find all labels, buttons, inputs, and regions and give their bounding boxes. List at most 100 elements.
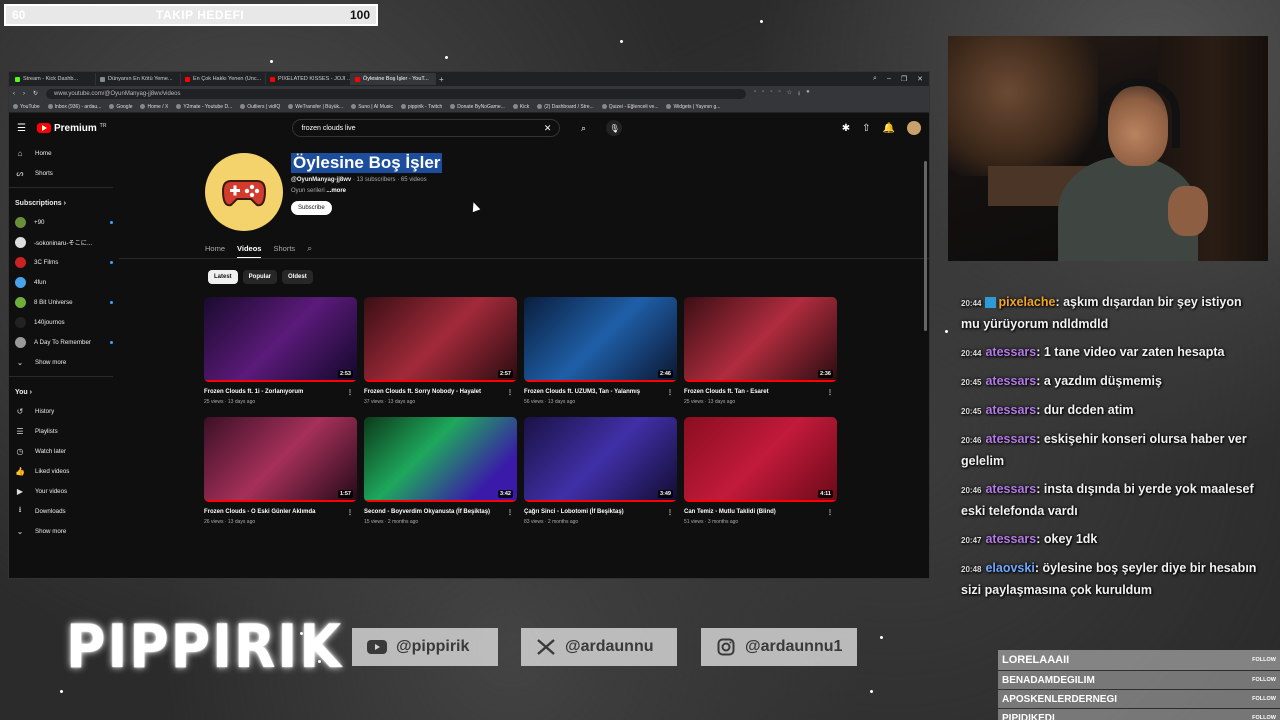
subscription-item[interactable]: +90 — [9, 212, 119, 232]
extension-icon[interactable]: ▫ — [778, 89, 780, 99]
subscribe-button[interactable]: Subscribe — [291, 201, 332, 215]
sidebar-item-you[interactable]: ↺ History — [9, 401, 119, 421]
video-title[interactable]: Frozen Clouds - O Eski Günler Aklımda — [204, 509, 315, 516]
minimize-icon[interactable]: – — [887, 75, 891, 83]
sidebar-item-you[interactable]: ▶ Your videos — [9, 481, 119, 501]
subscription-item[interactable]: 3C Films — [9, 252, 119, 272]
browser-tab[interactable]: Stream - Kick Dashb... — [11, 73, 96, 85]
chat-username[interactable]: pixelache — [998, 295, 1055, 309]
sidebar-item-you[interactable]: 👍 Liked videos — [9, 461, 119, 481]
sidebar-item-you[interactable]: ◷ Watch later — [9, 441, 119, 461]
tab-shorts[interactable]: Shorts — [273, 244, 295, 257]
you-heading[interactable]: You › — [9, 383, 119, 401]
video-title[interactable]: Can Temiz - Mutlu Taklidi (Blind) — [684, 509, 776, 516]
more-options-icon[interactable]: ⋮ — [667, 509, 673, 516]
extension-icon[interactable]: ▫ — [754, 89, 756, 99]
bookmark-item[interactable]: pippirik - Twitch — [400, 104, 442, 110]
channel-avatar[interactable] — [205, 153, 283, 231]
video-thumbnail[interactable]: 4:11 — [684, 417, 837, 502]
tab-videos[interactable]: Videos — [237, 244, 262, 258]
more-options-icon[interactable]: ⋮ — [827, 389, 833, 396]
video-card[interactable]: 2:36 Frozen Clouds ft. Tan - Esaret ⋮ 25 vi… — [684, 297, 837, 405]
browser-tab[interactable]: En Çok Hakkı Yenen (Unc... — [181, 73, 266, 85]
subs-show-more[interactable]: ⌄ Show more — [9, 352, 119, 372]
search-input[interactable]: frozen clouds live ✕ — [292, 119, 561, 137]
extension-icon[interactable]: ▫ — [770, 89, 772, 99]
chat-username[interactable]: atessars — [985, 403, 1036, 417]
bookmark-item[interactable]: YouTube — [13, 104, 40, 110]
search-tabs-icon[interactable]: ⌕ — [873, 75, 877, 83]
chip-oldest[interactable]: Oldest — [282, 270, 313, 284]
browser-tab[interactable]: Öylesine Boş İşler - YouT... — [351, 73, 436, 85]
url-field[interactable]: www.youtube.com/@OyunManyag-jj8wv/videos — [46, 88, 747, 99]
browser-tab[interactable]: PIXELATED KISSES - JOJI ... — [266, 73, 351, 85]
restore-icon[interactable]: ❐ — [901, 75, 907, 83]
chat-username[interactable]: atessars — [985, 482, 1036, 496]
sidebar-item-you[interactable]: ⭳ Downloads — [9, 501, 119, 521]
video-card[interactable]: 2:53 Frozen Clouds ft. 1i - Zorlanıyorum ⋮… — [204, 297, 357, 405]
close-icon[interactable]: ✕ — [917, 75, 923, 83]
more-options-icon[interactable]: ⋮ — [827, 509, 833, 516]
video-card[interactable]: 3:42 Second - Boyverdim Okyanusta (İf Beş… — [364, 417, 517, 525]
sidebar-item-shorts[interactable]: ᔕ Shorts — [9, 163, 119, 183]
chat-username[interactable]: atessars — [985, 345, 1036, 359]
notifications-icon[interactable]: 🔔 — [883, 123, 895, 134]
video-card[interactable]: 3:49 Çağrı Sinci - Lobotomi (İf Beşiktaş)… — [524, 417, 677, 525]
chip-latest[interactable]: Latest — [208, 270, 238, 284]
download-icon[interactable]: ⭳ — [798, 89, 800, 99]
chat-username[interactable]: atessars — [985, 374, 1036, 388]
video-title[interactable]: Frozen Clouds ft. UZUM3, Tan - Yalanmış — [524, 389, 640, 396]
video-title[interactable]: Frozen Clouds ft. Sorry Nobody - Hayalet — [364, 389, 481, 396]
sidebar-item-you[interactable]: ☰ Playlists — [9, 421, 119, 441]
sidebar-item-home[interactable]: ⌂ Home — [9, 143, 119, 163]
back-icon[interactable]: ‹ — [13, 91, 15, 97]
bookmark-item[interactable]: Kick — [512, 104, 529, 110]
video-title[interactable]: Second - Boyverdim Okyanusta (İf Beşikta… — [364, 509, 490, 516]
video-card[interactable]: 4:11 Can Temiz - Mutlu Taklidi (Blind) ⋮ 51… — [684, 417, 837, 525]
page-scrollbar[interactable] — [924, 161, 927, 331]
video-title[interactable]: Çağrı Sinci - Lobotomi (İf Beşiktaş) — [524, 509, 624, 516]
more-options-icon[interactable]: ⋮ — [347, 389, 353, 396]
bookmark-star-icon[interactable]: ☆ — [787, 89, 792, 99]
subscription-item[interactable]: 8 Bit Universe — [9, 292, 119, 312]
new-tab-button[interactable]: + — [439, 75, 444, 84]
chat-username[interactable]: atessars — [985, 432, 1036, 446]
profile-icon[interactable]: ● — [806, 89, 810, 99]
subscription-item[interactable]: 4fun — [9, 272, 119, 292]
video-thumbnail[interactable]: 2:57 — [364, 297, 517, 382]
reload-icon[interactable]: ↻ — [33, 90, 38, 97]
bookmark-item[interactable]: Donate ByNoGame... — [450, 104, 505, 110]
channel-search-icon[interactable]: ⌕ — [307, 243, 312, 258]
bookmark-item[interactable]: Google — [109, 104, 132, 110]
more-options-icon[interactable]: ⋮ — [667, 389, 673, 396]
subscription-item[interactable]: -sokoninaru-そこに... — [9, 232, 119, 252]
bookmark-item[interactable]: Inbox (936) - ardau... — [47, 104, 101, 110]
clear-search-icon[interactable]: ✕ — [544, 123, 552, 134]
forward-icon[interactable]: › — [23, 91, 25, 97]
extension-icon[interactable]: ▫ — [762, 89, 764, 99]
video-thumbnail[interactable]: 2:36 — [684, 297, 837, 382]
search-icon[interactable]: ⌕ — [570, 119, 596, 137]
bookmark-item[interactable]: Y2mate - Youtube D... — [176, 104, 232, 110]
create-icon[interactable]: ⇧ — [862, 123, 870, 134]
video-title[interactable]: Frozen Clouds ft. Tan - Esaret — [684, 389, 769, 396]
more-options-icon[interactable]: ⋮ — [507, 509, 513, 516]
bookmark-item[interactable]: Widgets | Yayının g... — [666, 104, 720, 110]
bookmark-item[interactable]: (2) Dashboard / Stre... — [537, 104, 594, 110]
browser-tab[interactable]: Dünyanın En Kötü Yeme... — [96, 73, 181, 85]
bookmark-item[interactable]: Outliers | vidIQ — [240, 104, 280, 110]
account-avatar[interactable] — [907, 121, 921, 135]
chip-popular[interactable]: Popular — [242, 270, 278, 284]
chat-username[interactable]: atessars — [985, 532, 1036, 546]
subscription-item[interactable]: A Day To Remember — [9, 332, 119, 352]
chat-username[interactable]: elaovski — [985, 561, 1034, 575]
subscription-item[interactable]: 140journos — [9, 312, 119, 332]
video-card[interactable]: 1:57 Frozen Clouds - O Eski Günler Aklımd… — [204, 417, 357, 525]
bookmark-item[interactable]: Quizei - Eğlenceli ve... — [601, 104, 658, 110]
more-options-icon[interactable]: ⋮ — [507, 389, 513, 396]
sidebar-item-you[interactable]: ⌄ Show more — [9, 521, 119, 541]
channel-description[interactable]: Oyun serileri ...more — [291, 188, 591, 194]
video-card[interactable]: 2:57 Frozen Clouds ft. Sorry Nobody - Hay… — [364, 297, 517, 405]
video-thumbnail[interactable]: 1:57 — [204, 417, 357, 502]
bookmark-item[interactable]: Home / X — [140, 104, 168, 110]
